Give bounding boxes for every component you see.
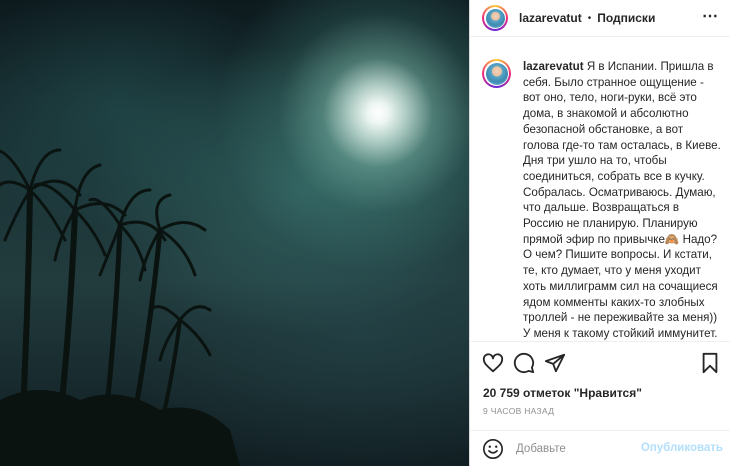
post-photo[interactable] <box>0 0 469 466</box>
caption-username[interactable]: lazarevatut <box>523 60 584 73</box>
post-header: lazarevatut • Подписки ⋯ <box>470 0 730 37</box>
palm-trees-silhouette <box>0 148 240 466</box>
post-timestamp[interactable]: 9 ЧАСОВ НАЗАД <box>483 406 554 416</box>
bookmark-icon[interactable] <box>699 352 721 374</box>
emoji-icon[interactable] <box>482 438 504 460</box>
post-side-panel: lazarevatut • Подписки ⋯ lazarevatut Я в… <box>469 0 730 466</box>
action-bar <box>470 341 730 381</box>
publish-button[interactable]: Опубликовать <box>641 442 723 454</box>
heart-icon[interactable] <box>482 352 504 374</box>
comment-input[interactable]: Добавьте <box>516 443 566 455</box>
share-icon[interactable] <box>544 352 566 374</box>
comment-icon[interactable] <box>513 352 535 374</box>
likes-count[interactable]: 20 759 отметок "Нравится" <box>483 386 642 400</box>
caption-text: Я в Испании. Пришла в себя. Было странно… <box>523 60 721 340</box>
more-options-icon[interactable]: ⋯ <box>702 9 719 25</box>
caption: lazarevatut Я в Испании. Пришла в себя. … <box>523 59 721 341</box>
comment-bar: Добавьте Опубликовать <box>470 430 730 466</box>
following-button[interactable]: Подписки <box>597 11 655 25</box>
avatar[interactable] <box>482 5 508 31</box>
caption-avatar[interactable] <box>482 59 511 88</box>
header-username[interactable]: lazarevatut <box>519 11 582 25</box>
separator-dot: • <box>587 12 592 24</box>
caption-area[interactable]: lazarevatut Я в Испании. Пришла в себя. … <box>470 37 730 341</box>
